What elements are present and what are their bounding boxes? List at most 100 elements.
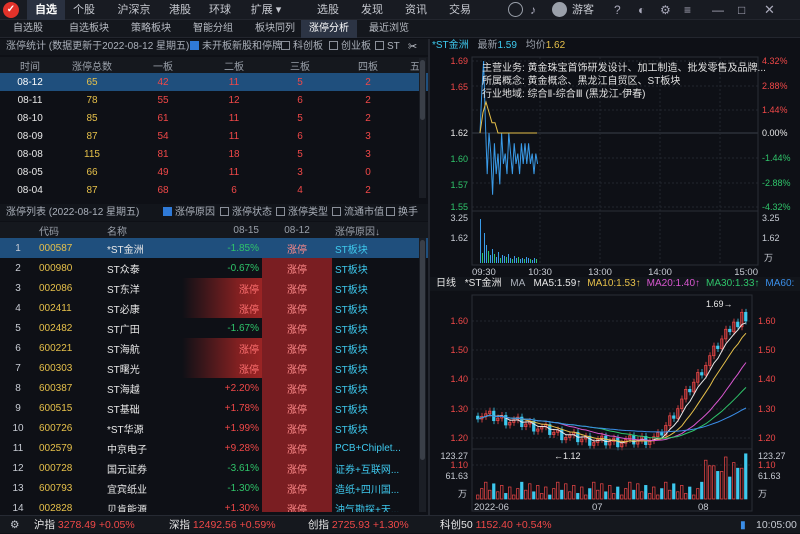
checkbox-icon[interactable] xyxy=(190,41,199,50)
zt-row[interactable]: 6 600221 ST海航 涨停 涨停 ST板块 xyxy=(0,338,428,358)
zt-row[interactable]: 5 002482 ST广田 -1.67% 涨停 ST板块 xyxy=(0,318,428,338)
zt-row[interactable]: 11 002579 中京电子 +9.28% 涨停 PCB+Chiplet... xyxy=(0,438,428,458)
stats-col-header[interactable]: 二板 xyxy=(202,57,266,73)
menu-icon[interactable]: ≡ xyxy=(684,0,691,20)
tab-bankuai-tonglie[interactable]: 板块同列 xyxy=(246,20,304,38)
checkbox-icon[interactable] xyxy=(375,41,384,50)
tab-zhineng-fenzu[interactable]: 智能分组 xyxy=(184,20,242,38)
index-cy[interactable]: 创指 2725.93 +1.30% xyxy=(308,516,409,534)
settings-icon[interactable]: ⚙ xyxy=(660,0,671,20)
intraday-stock-name[interactable]: *ST金洲 xyxy=(432,40,469,51)
skin-icon[interactable]: ◐ xyxy=(638,0,645,20)
stats-col-header[interactable]: 三板 xyxy=(266,57,334,73)
index-sh[interactable]: 沪指 3278.49 +0.05% xyxy=(34,516,135,534)
stats-col-header[interactable]: 时间 xyxy=(0,57,60,73)
tab-zixuan-bankuai[interactable]: 自选板块 xyxy=(60,20,118,38)
nav-zixuan[interactable]: 自选 xyxy=(27,0,65,20)
volume-bar xyxy=(522,258,523,263)
zt-row[interactable]: 9 600515 ST基础 +1.78% 涨停 ST板块 xyxy=(0,398,428,418)
stats-cell: 115 xyxy=(84,148,100,160)
settings-icon[interactable]: ⚙ xyxy=(10,516,19,534)
checkbox-icon[interactable] xyxy=(276,207,285,216)
minimize-icon[interactable]: — xyxy=(712,0,724,20)
filter-float-cap[interactable]: 流通市值 xyxy=(332,204,384,221)
nav-jiaoyi[interactable]: 交易 xyxy=(443,0,477,20)
zt-row[interactable]: 7 600303 ST曙光 涨停 涨停 ST板块 xyxy=(0,358,428,378)
tab-zixuangu[interactable]: 自选股 xyxy=(2,20,54,38)
stats-col-header[interactable]: 涨停总数 xyxy=(60,57,124,73)
stats-table-wrap: 时间 涨停总数 一板 二板 三板 四板五 08-12 65 42 11 5 2 08-11 78 55 12… xyxy=(0,57,428,199)
stats-row[interactable]: 08-11 78 55 12 6 2 xyxy=(0,91,428,109)
price-tick: 1.65 xyxy=(450,82,468,92)
stats-row[interactable]: 08-08 115 81 18 5 3 xyxy=(0,145,428,163)
filter-kechuang[interactable]: 科创板 xyxy=(281,39,323,55)
stats-cell: 78 xyxy=(86,94,98,106)
bell-icon[interactable]: ♪ xyxy=(530,2,536,18)
zt-row[interactable]: 3 002086 ST东洋 涨停 涨停 ST板块 xyxy=(0,278,428,298)
nav-zixun[interactable]: 资讯 xyxy=(399,0,433,20)
stats-row[interactable]: 08-10 85 61 11 5 2 xyxy=(0,109,428,127)
filter-status[interactable]: 涨停状态 xyxy=(220,204,272,221)
checkbox-icon[interactable] xyxy=(386,207,395,216)
search-icon[interactable] xyxy=(508,2,523,17)
zt-col-header[interactable]: 代码 xyxy=(36,222,104,238)
filter-chuangye[interactable]: 创业板 xyxy=(329,39,371,55)
stats-scrollbar[interactable] xyxy=(419,58,426,198)
nav-hushenjing[interactable]: 沪深京 xyxy=(113,0,155,20)
checkbox-icon[interactable] xyxy=(329,41,338,50)
app-logo-icon[interactable]: ✓ xyxy=(3,2,19,18)
kline-chart[interactable]: 1.60 1.60 1.50 1.50 1.40 1.40 1.30 1.30 1.20 1.20… xyxy=(430,291,800,515)
index-kc50[interactable]: 科创50 1152.40 +0.54% xyxy=(440,516,552,534)
nav-xuangu[interactable]: 选股 xyxy=(311,0,345,20)
nav-ganggu[interactable]: 港股 xyxy=(163,0,197,20)
tab-celue-bankuai[interactable]: 策略板块 xyxy=(122,20,180,38)
zt-row[interactable]: 8 600387 ST海越 +2.20% 涨停 ST板块 xyxy=(0,378,428,398)
checkbox-icon[interactable] xyxy=(332,207,341,216)
checkbox-icon[interactable] xyxy=(163,207,172,216)
zt-row[interactable]: 13 600793 宜宾纸业 -1.30% 涨停 造纸+四川国... xyxy=(0,478,428,498)
close-icon[interactable]: ✕ xyxy=(764,0,775,20)
checkbox-icon[interactable] xyxy=(281,41,290,50)
zt-col-header[interactable]: 涨停原因↓ xyxy=(332,222,428,238)
nav-faxian[interactable]: 发现 xyxy=(355,0,389,20)
stats-row[interactable]: 08-05 66 49 11 3 0 xyxy=(0,163,428,181)
tab-zhangting-fenxi[interactable]: 涨停分析 xyxy=(301,20,357,38)
kline-period[interactable]: 日线 xyxy=(436,278,456,289)
zt-scrollbar[interactable] xyxy=(419,238,426,512)
filter-type[interactable]: 涨停类型 xyxy=(276,204,328,221)
help-icon[interactable]: ? xyxy=(614,0,621,20)
zt-row[interactable]: 2 000980 ST众泰 -0.67% 涨停 ST板块 xyxy=(0,258,428,278)
filter-turnover[interactable]: 换手 xyxy=(386,204,418,221)
user-name[interactable]: 游客 xyxy=(572,0,594,20)
user-avatar-icon[interactable] xyxy=(552,2,567,17)
zt-row[interactable]: 10 600726 *ST华源 +1.99% 涨停 ST板块 xyxy=(0,418,428,438)
zt-row[interactable]: 12 000728 国元证券 -3.61% 涨停 证券+互联网... xyxy=(0,458,428,478)
zt-row[interactable]: 4 002411 ST必康 涨停 涨停 ST板块 xyxy=(0,298,428,318)
stats-cell: 87 xyxy=(86,184,98,196)
nav-huanqiu[interactable]: 环球 xyxy=(203,0,237,20)
nav-gegu[interactable]: 个股 xyxy=(68,0,100,20)
stats-col-header[interactable]: 一板 xyxy=(124,57,202,73)
stats-col-header[interactable]: 四板 xyxy=(334,57,402,73)
filter-reason[interactable]: 涨停原因 xyxy=(163,204,215,221)
stats-row[interactable]: 08-09 87 54 11 6 3 xyxy=(0,127,428,145)
stats-cell: 6 xyxy=(297,94,303,106)
stats-row[interactable]: 08-12 65 42 11 5 2 xyxy=(0,73,428,91)
scissors-icon[interactable]: ✂ xyxy=(408,39,417,55)
zt-row[interactable]: 14 002828 贝肯能源 +1.30% 涨停 油气勘探+天... xyxy=(0,498,428,512)
checkbox-icon[interactable] xyxy=(220,207,229,216)
filter-st[interactable]: ST xyxy=(375,39,400,55)
tab-zuijin-liulan[interactable]: 最近浏览 xyxy=(360,20,418,38)
avg-label: 均价 xyxy=(525,40,546,51)
zt-col-header[interactable]: 08-12 xyxy=(262,222,332,238)
maximize-icon[interactable]: □ xyxy=(738,0,745,20)
zt-col-header[interactable]: 08-15 xyxy=(182,222,262,238)
zt-row[interactable]: 1 000587 *ST金洲 -1.85% 涨停 ST板块 xyxy=(0,238,428,258)
stats-cell: 49 xyxy=(157,166,169,178)
zt-col-header[interactable] xyxy=(0,222,36,238)
filter-new-stock[interactable]: 未开板新股和停牌 xyxy=(190,39,282,55)
nav-kuozhan[interactable]: 扩展 ▾ xyxy=(245,0,287,20)
zt-col-header[interactable]: 名称 xyxy=(104,222,182,238)
index-sz[interactable]: 深指 12492.56 +0.59% xyxy=(169,516,276,534)
stats-row[interactable]: 08-04 87 68 6 4 2 xyxy=(0,181,428,199)
